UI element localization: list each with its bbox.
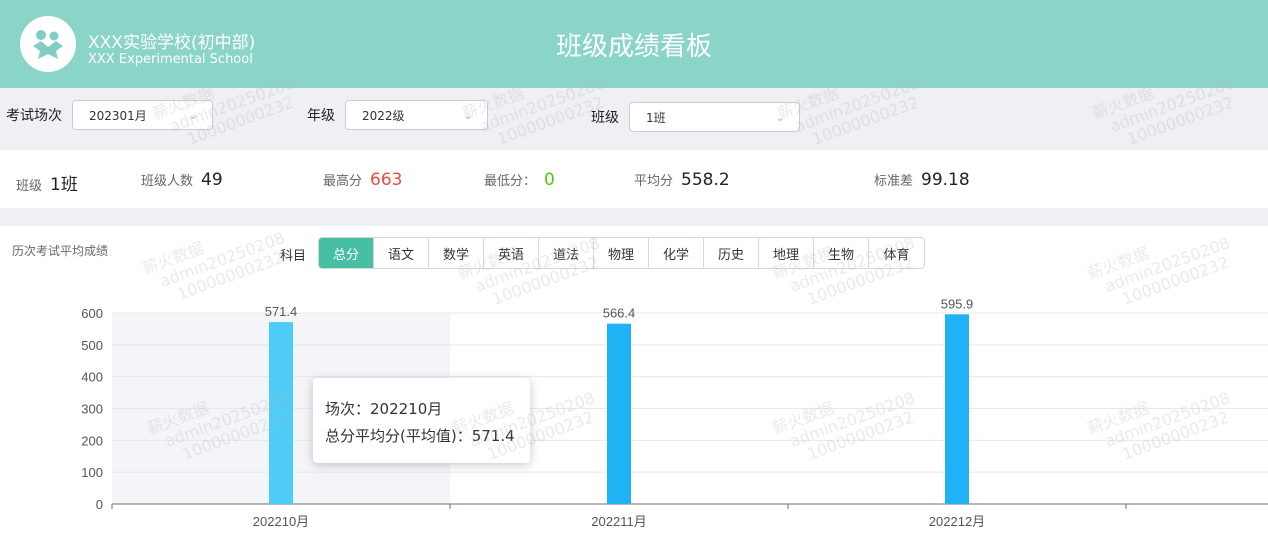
x-tick-label: 202210月 [253, 514, 309, 529]
page-title: 班级成绩看板 [555, 32, 712, 62]
chevron-down-icon: ⌄ [775, 111, 785, 124]
stats-bar: 班级 1班 班级人数 49 最高分 663 最低分： 0 平均分 558.2 标… [0, 150, 1268, 208]
exam-select[interactable]: 202301月 ⌄ [72, 100, 213, 130]
bar-value-label: 571.4 [265, 304, 298, 319]
exam-label: 考试场次 [6, 108, 62, 124]
bar-value-label: 566.4 [603, 306, 636, 321]
stat-min-value: 0 [544, 170, 555, 190]
x-tick-label: 202211月 [591, 514, 646, 529]
watermark-line: 10000000232 [1124, 92, 1237, 149]
exam-select-value: 202301月 [89, 108, 147, 123]
class-label: 班级 [591, 110, 619, 126]
tooltip-line-session: 场次：202210月 [325, 400, 443, 418]
class-select-value: 1班 [646, 110, 666, 125]
y-tick-label: 0 [96, 497, 103, 512]
stat-min: 最低分： 0 [484, 170, 555, 190]
y-tick-label: 200 [81, 433, 103, 448]
stat-std: 标准差 99.18 [874, 170, 970, 190]
stat-class-value: 1班 [50, 175, 78, 195]
stat-count-value: 49 [201, 170, 223, 190]
y-tick-label: 300 [81, 402, 103, 417]
stat-avg-value: 558.2 [681, 170, 730, 190]
y-tick-label: 400 [81, 370, 103, 385]
stat-std-value: 99.18 [921, 170, 970, 190]
tooltip-line-average: 总分平均分(平均值)：571.4 [325, 427, 515, 445]
y-tick-label: 500 [81, 338, 103, 353]
stat-class: 班级 1班 [16, 170, 78, 195]
chevron-down-icon: ⌄ [188, 109, 198, 122]
class-filter: 班级 1班 ⌄ [591, 102, 800, 132]
x-tick-label: 202212月 [929, 514, 985, 529]
stat-count: 班级人数 49 [141, 170, 223, 190]
bar [945, 314, 969, 504]
stat-std-label: 标准差 [874, 174, 914, 189]
stat-max-value: 663 [370, 170, 403, 190]
stat-max: 最高分 663 [323, 170, 402, 190]
stat-min-label: 最低分： [484, 174, 537, 189]
exam-filter: 考试场次 202301月 ⌄ [6, 100, 213, 130]
stat-max-label: 最高分 [323, 174, 363, 189]
bar [269, 322, 293, 504]
bar [607, 323, 631, 504]
grade-label: 年级 [307, 108, 335, 124]
bar-value-label: 595.9 [941, 296, 974, 311]
grade-select[interactable]: 2022级 ⌄ [345, 100, 488, 130]
class-select[interactable]: 1班 ⌄ [629, 102, 800, 132]
y-tick-label: 600 [81, 306, 103, 321]
stat-class-label: 班级 [16, 179, 43, 194]
stat-avg-label: 平均分 [634, 174, 674, 189]
chart-tooltip: 场次：202210月 总分平均分(平均值)：571.4 [313, 378, 530, 463]
chevron-down-icon: ⌄ [463, 109, 473, 122]
watermark-line: 10000000232 [809, 92, 922, 149]
grade-select-value: 2022级 [362, 108, 405, 123]
y-tick-label: 100 [81, 465, 103, 480]
average-score-chart[interactable]: 0 100 200 300 400 500 600 571.4 202210月 566.4 2022… [0, 226, 1268, 556]
header-bar: XXX实验学校(初中部) XXX Experimental School 班级成… [0, 0, 1268, 88]
grade-filter: 年级 2022级 ⌄ [307, 100, 488, 130]
stat-count-label: 班级人数 [141, 174, 194, 189]
stat-avg: 平均分 558.2 [634, 170, 730, 190]
